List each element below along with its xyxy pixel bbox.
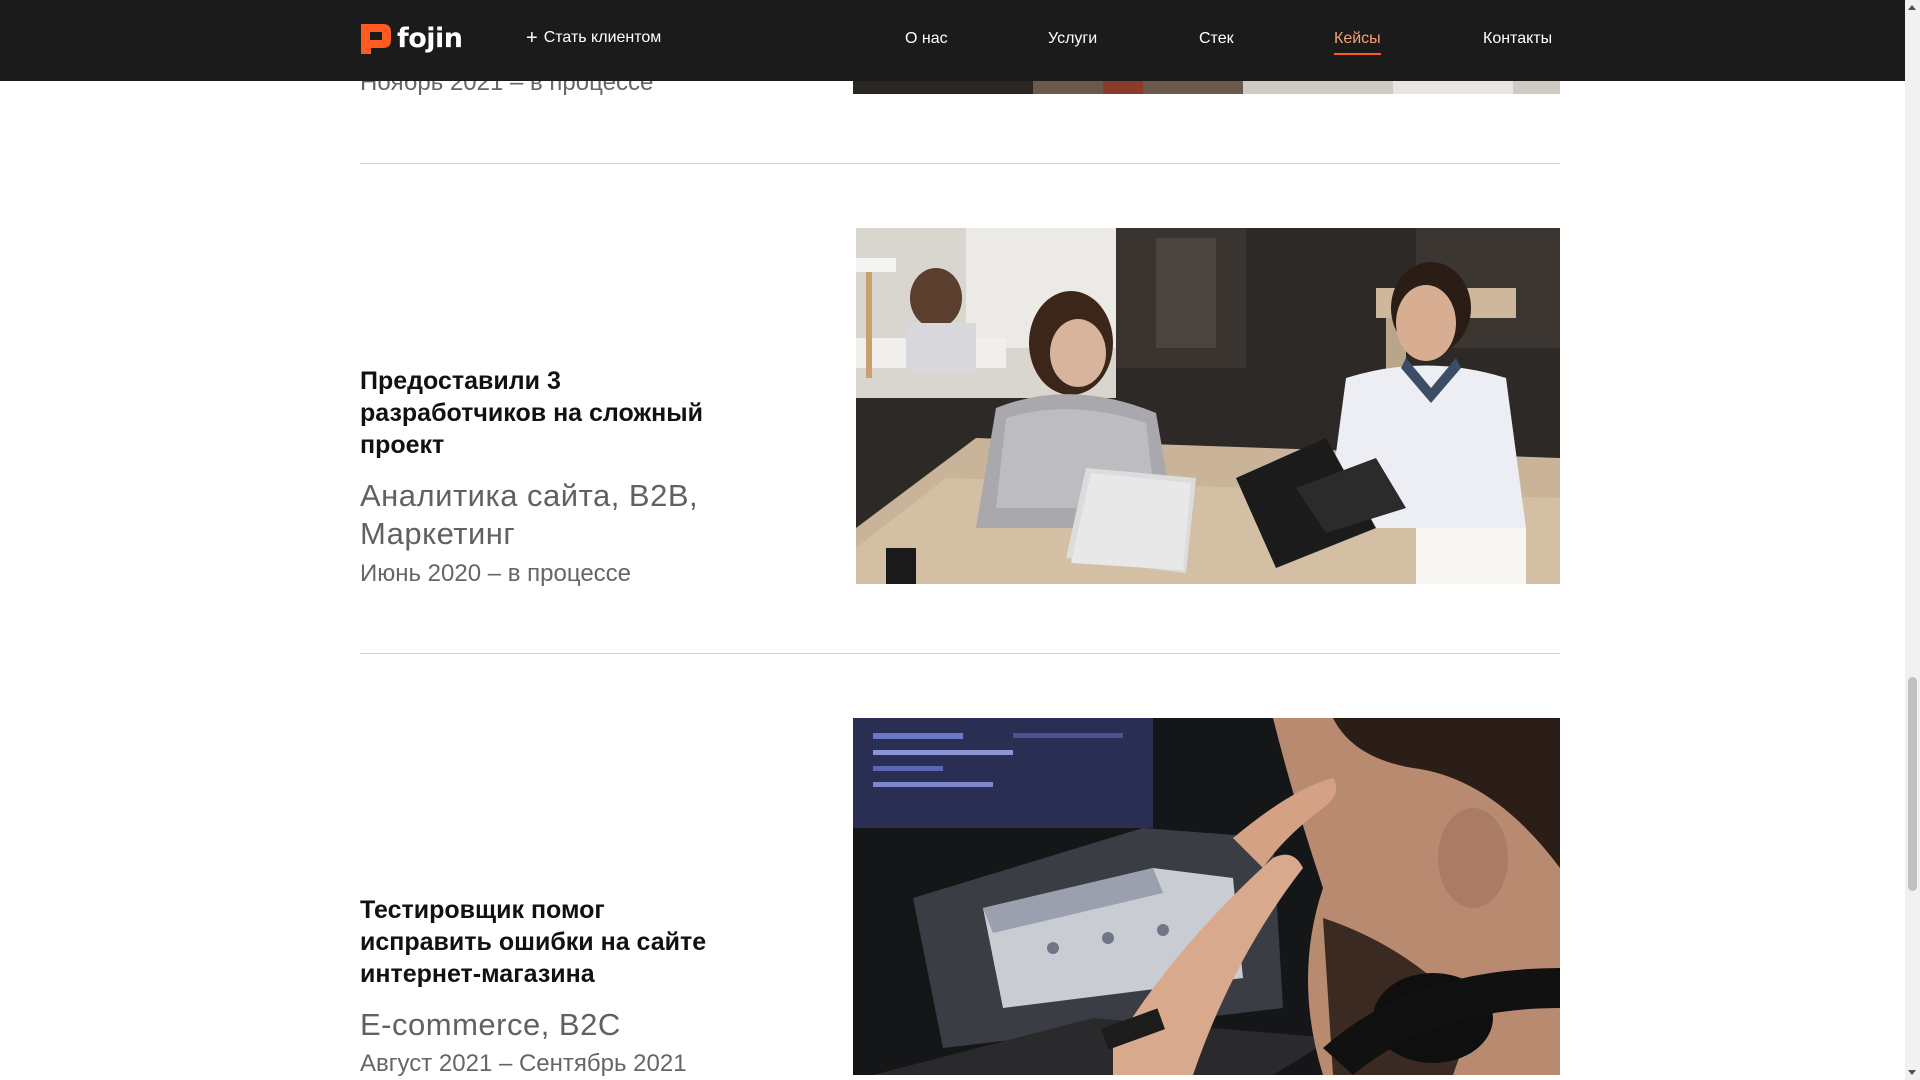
case-3-photo[interactable]	[853, 718, 1560, 1075]
scroll-up-icon[interactable]	[1908, 5, 1916, 10]
become-client-label: Стать клиентом	[543, 29, 662, 46]
plus-icon: +	[526, 27, 538, 49]
case-2-tags: Аналитика сайта, B2B, Маркетинг	[360, 478, 699, 551]
case-3-dates: Август 2021 – Сентябрь 2021	[360, 1050, 687, 1077]
scroll-down-icon[interactable]	[1908, 1070, 1916, 1075]
case-2-dates: Июнь 2020 – в процессе	[360, 560, 632, 587]
page: Ноябрь 2021 – в процессе Предоставили 3 …	[0, 0, 1905, 1080]
divider	[360, 163, 1560, 164]
nav-item-about[interactable]: О нас	[905, 30, 948, 48]
case-3-title[interactable]: Тестировщик помог исправить ошибки на са…	[360, 894, 720, 990]
case-3-tags: E-commerce, B2C	[360, 1007, 621, 1042]
logo[interactable]: fojin	[361, 24, 463, 54]
page-scrollbar[interactable]	[1905, 0, 1920, 1080]
case-2-photo[interactable]	[856, 228, 1560, 584]
nav-item-cases[interactable]: Кейсы	[1334, 30, 1381, 55]
nav-item-contacts[interactable]: Контакты	[1483, 30, 1552, 48]
logo-text: fojin	[397, 23, 463, 54]
nav-item-services[interactable]: Услуги	[1048, 30, 1097, 48]
divider	[360, 653, 1560, 654]
case-2-title[interactable]: Предоставили 3 разработчиков на сложный …	[360, 365, 720, 461]
nav-item-stack[interactable]: Стек	[1199, 30, 1234, 48]
become-client-button[interactable]: + Стать клиентом	[526, 27, 662, 49]
scrollbar-thumb[interactable]	[1908, 677, 1917, 891]
site-header: fojin + Стать клиентом О нас Услуги Стек…	[0, 0, 1905, 81]
logo-icon	[361, 24, 391, 54]
